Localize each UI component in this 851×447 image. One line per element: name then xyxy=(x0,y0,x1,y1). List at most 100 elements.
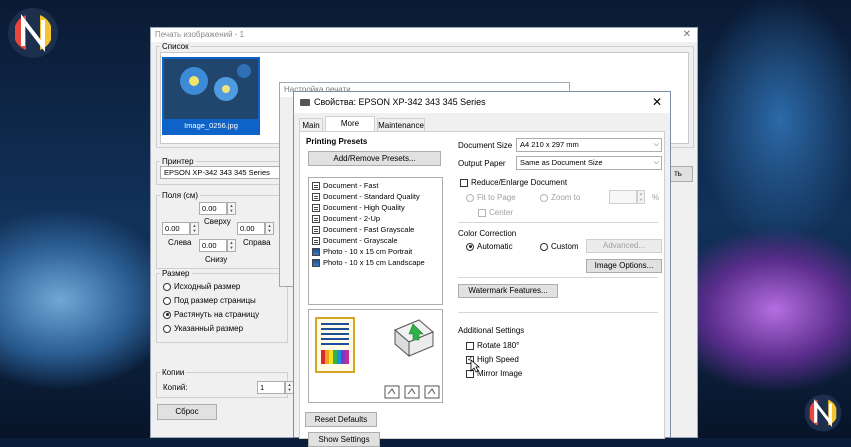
high-speed-label: High Speed xyxy=(477,355,519,364)
reduce-enlarge-checkbox[interactable]: Reduce/Enlarge Document xyxy=(460,178,567,187)
document-icon xyxy=(312,236,320,245)
add-remove-presets-button[interactable]: Add/Remove Presets... xyxy=(308,151,441,166)
channel-logo-small-icon xyxy=(804,394,842,432)
bottom-margin-spinner[interactable]: 0.00 ▲ ▼ xyxy=(199,239,237,252)
top-margin-value[interactable]: 0.00 xyxy=(199,202,227,215)
output-paper-select[interactable]: Same as Document Size ⌵ xyxy=(516,156,662,170)
tab-more-options[interactable]: More Options xyxy=(325,116,375,141)
channel-logo-icon xyxy=(8,8,58,58)
right-margin-value[interactable]: 0.00 xyxy=(237,222,265,235)
preset-document-grayscale[interactable]: Document - Grayscale xyxy=(312,235,398,246)
spin-arrows-icon[interactable]: ▲ ▼ xyxy=(227,239,236,252)
reset-defaults-button[interactable]: Reset Defaults xyxy=(305,412,377,427)
custom-radio[interactable]: Custom xyxy=(540,242,579,251)
size-option-custom[interactable]: Указанный размер xyxy=(163,324,243,333)
document-size-value: A4 210 x 297 mm xyxy=(520,140,579,149)
photo-icon xyxy=(312,247,320,256)
size-option-original[interactable]: Исходный размер xyxy=(163,282,240,291)
spin-arrows-icon[interactable]: ▲ ▼ xyxy=(265,222,274,235)
preset-label: Document - Fast Grayscale xyxy=(323,225,415,234)
spin-arrows-icon[interactable]: ▲ ▼ xyxy=(637,190,645,204)
preset-photo-portrait[interactable]: Photo - 10 x 15 cm Portrait xyxy=(312,246,412,257)
fit-to-page-radio[interactable]: Fit to Page xyxy=(466,193,516,202)
center-checkbox[interactable]: Center xyxy=(478,208,513,217)
tab-maintenance[interactable]: Maintenance xyxy=(377,118,425,131)
preset-document-standard[interactable]: Document - Standard Quality xyxy=(312,191,420,202)
spin-arrows-icon[interactable]: ▲ ▼ xyxy=(190,222,199,235)
show-settings-button[interactable]: Show Settings xyxy=(308,432,380,447)
top-margin-spinner[interactable]: 0.00 ▲ ▼ xyxy=(199,202,237,215)
radio-selected-icon xyxy=(163,310,171,319)
advanced-button[interactable]: Advanced... xyxy=(586,239,662,253)
preset-document-fast-grayscale[interactable]: Document - Fast Grayscale xyxy=(312,224,414,235)
size-option-label: Под размер страницы xyxy=(174,296,256,305)
size-legend: Размер xyxy=(162,269,190,278)
center-label: Center xyxy=(489,208,514,217)
print-window-titlebar: Печать изображений - 1 ✕ xyxy=(151,28,697,42)
reset-button[interactable]: Сброс xyxy=(157,404,217,420)
copies-spinner[interactable]: 1 ▲ ▼ xyxy=(257,381,295,394)
image-options-button[interactable]: Image Options... xyxy=(586,259,662,273)
page-preview-icon xyxy=(315,317,355,373)
preset-document-fast[interactable]: Document - Fast xyxy=(312,180,378,191)
document-icon xyxy=(312,203,320,212)
printer-legend: Принтер xyxy=(162,157,194,166)
document-size-select[interactable]: A4 210 x 297 mm ⌵ xyxy=(516,138,662,152)
margins-legend: Поля (см) xyxy=(162,191,199,200)
radio-icon xyxy=(466,193,474,202)
checkbox-icon xyxy=(466,341,474,350)
printer-select[interactable]: EPSON XP-342 343 345 Series xyxy=(160,166,282,179)
size-option-stretch[interactable]: Растянуть на страницу xyxy=(163,310,259,319)
divider xyxy=(458,277,658,278)
copies-value[interactable]: 1 xyxy=(257,381,285,394)
image-thumbnail[interactable]: Image_0256.jpg xyxy=(162,57,260,135)
left-margin-label: Слева xyxy=(168,238,192,247)
left-margin-spinner[interactable]: 0.00 ▲ ▼ xyxy=(162,222,200,235)
preset-photo-landscape[interactable]: Photo - 10 x 15 cm Landscape xyxy=(312,257,425,268)
reset-defaults-label: Reset Defaults xyxy=(314,415,368,424)
more-options-panel: Printing Presets Add/Remove Presets... D… xyxy=(299,131,665,447)
radio-icon xyxy=(540,193,548,202)
zoom-to-radio[interactable]: Zoom to xyxy=(540,193,580,202)
right-margin-spinner[interactable]: 0.00 ▲ ▼ xyxy=(237,222,275,235)
zoom-percent-input[interactable] xyxy=(609,190,637,204)
reduce-enlarge-label: Reduce/Enlarge Document xyxy=(471,178,568,187)
watermark-label: Watermark Features... xyxy=(468,286,548,295)
rotate-180-checkbox[interactable]: Rotate 180° xyxy=(466,341,519,350)
document-icon xyxy=(312,192,320,201)
close-icon[interactable]: ✕ xyxy=(683,28,691,42)
preset-label: Document - Fast xyxy=(323,181,379,190)
bottom-margin-value[interactable]: 0.00 xyxy=(199,239,227,252)
epson-dialog-title: Свойства: EPSON XP-342 343 345 Series xyxy=(314,97,486,107)
document-icon xyxy=(312,225,320,234)
list-legend: Список xyxy=(162,42,189,51)
close-icon[interactable]: ✕ xyxy=(652,92,662,113)
automatic-radio[interactable]: Automatic xyxy=(466,242,513,251)
printer-feed-icon xyxy=(394,319,434,358)
show-settings-label: Show Settings xyxy=(318,435,370,444)
tab-label: Maintenance xyxy=(378,121,424,130)
watermark-features-button[interactable]: Watermark Features... xyxy=(458,284,558,298)
additional-settings-label: Additional Settings xyxy=(458,326,525,335)
printing-presets-label: Printing Presets xyxy=(306,137,368,146)
tab-main[interactable]: Main xyxy=(299,118,323,131)
preset-label: Photo - 10 x 15 cm Landscape xyxy=(323,258,425,267)
bottom-margin-label: Снизу xyxy=(205,255,228,264)
left-margin-value[interactable]: 0.00 xyxy=(162,222,190,235)
chevron-down-icon: ⌵ xyxy=(653,159,659,166)
preset-label: Document - High Quality xyxy=(323,203,405,212)
epson-dialog-titlebar: Свойства: EPSON XP-342 343 345 Series ✕ xyxy=(294,92,670,113)
custom-label: Custom xyxy=(551,242,579,251)
presets-list[interactable]: Document - Fast Document - Standard Qual… xyxy=(308,177,443,305)
preset-document-high[interactable]: Document - High Quality xyxy=(312,202,405,213)
mouse-cursor-icon xyxy=(470,359,480,373)
size-option-fit-page[interactable]: Под размер страницы xyxy=(163,296,256,305)
reset-button-label: Сброс xyxy=(175,407,199,416)
preset-document-2up[interactable]: Document - 2-Up xyxy=(312,213,380,224)
size-option-label: Исходный размер xyxy=(174,282,241,291)
preset-label: Photo - 10 x 15 cm Portrait xyxy=(323,247,413,256)
spin-arrows-icon[interactable]: ▲ ▼ xyxy=(227,202,236,215)
preset-label: Document - 2-Up xyxy=(323,214,381,223)
zoom-to-label: Zoom to xyxy=(551,193,581,202)
output-paper-value: Same as Document Size xyxy=(520,158,603,167)
